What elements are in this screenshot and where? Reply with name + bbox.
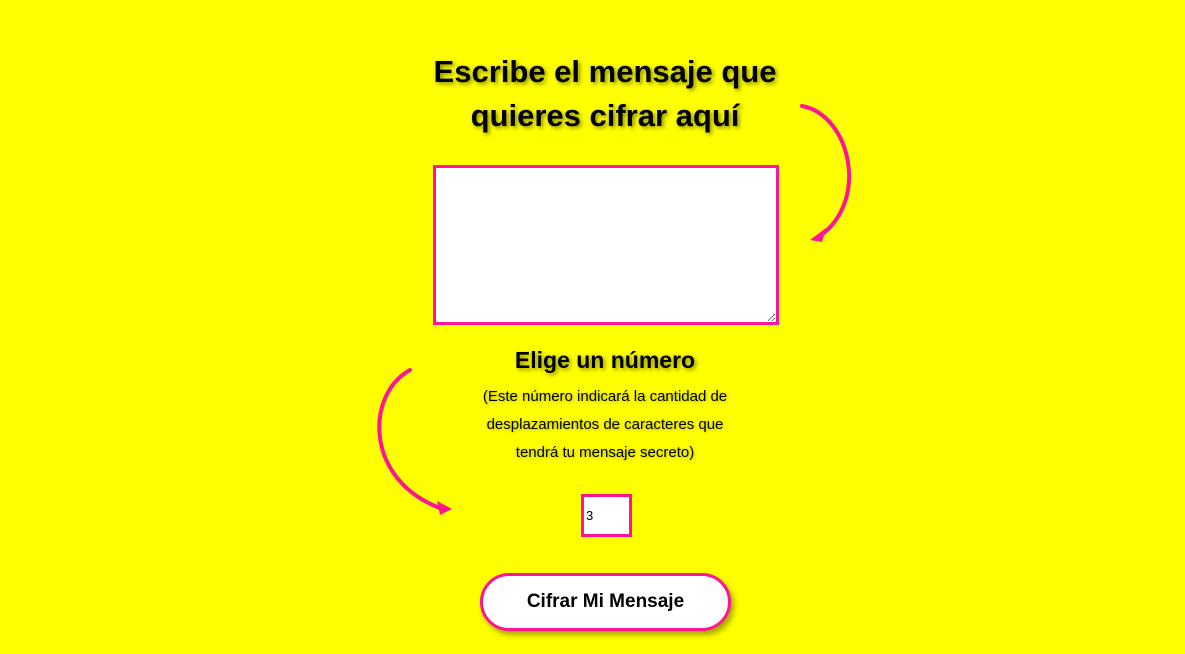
page-title-line1: Escribe el mensaje que — [433, 54, 777, 89]
cipher-page: Escribe el mensaje que quieres cifrar aq… — [0, 0, 1185, 654]
shift-number-input[interactable] — [581, 494, 632, 537]
message-textarea[interactable] — [433, 165, 779, 325]
shift-hint-line2: desplazamientos de caracteres que — [486, 416, 724, 433]
encrypt-button[interactable]: Cifrar Mi Mensaje — [480, 573, 731, 631]
page-title: Escribe el mensaje que quieres cifrar aq… — [405, 50, 805, 138]
page-title-line2: quieres cifrar aquí — [470, 98, 740, 133]
shift-hint-line1: (Este número indicará la cantidad de — [482, 388, 728, 405]
shift-hint-line3: tendrá tu mensaje secreto) — [515, 444, 695, 461]
shift-hint: (Este número indicará la cantidad de des… — [455, 383, 755, 467]
shift-title: Elige un número — [514, 347, 696, 373]
